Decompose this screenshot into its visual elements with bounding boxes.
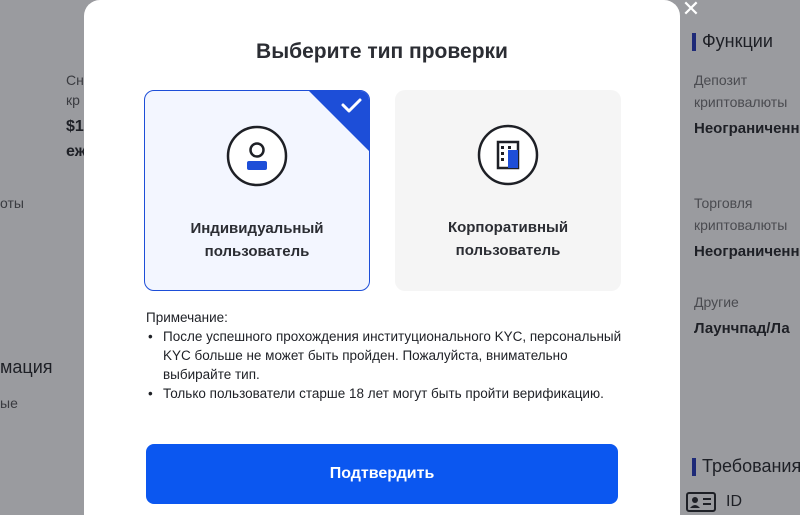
section-marker (692, 457, 696, 476)
bg-fragment: мация (0, 357, 53, 377)
bg-fragment: ые (0, 395, 18, 411)
note-heading: Примечание: (146, 310, 228, 325)
bg-fragment: Сн (66, 72, 84, 88)
bg-fragment: $1 (66, 118, 84, 135)
verification-type-modal: Выберите тип проверки Индивидуальный пол… (84, 0, 680, 515)
feature-label: криптовалюты (694, 217, 788, 233)
user-icon (226, 125, 288, 187)
note-list: После успешного прохождения институциона… (146, 327, 626, 403)
section-title-text: Требования (702, 456, 800, 476)
feature-label: криптовалюты (694, 94, 788, 110)
option-individual[interactable]: Индивидуальный пользователь (144, 90, 370, 291)
note-block: Примечание: После успешного прохождения … (146, 308, 626, 403)
selected-check-icon (309, 91, 369, 151)
feature-value: Неограниченно (694, 243, 800, 260)
background-right-column: Функции Депозит криптовалюты Неограничен… (680, 0, 800, 515)
building-icon (477, 124, 539, 186)
note-item: После успешного прохождения институциона… (146, 327, 626, 384)
option-label-line: пользователь (455, 242, 561, 259)
id-label: ID (726, 493, 742, 510)
option-label-line: пользователь (204, 243, 310, 260)
bg-fragment: кр (66, 92, 80, 108)
feature-item: Депозит криптовалюты Неограниченно (694, 69, 800, 137)
section-functions-title: Функции (692, 31, 773, 52)
feature-label: Другие (694, 294, 739, 310)
background-left-column: Сн кр $1 еж оты мация ые (0, 0, 90, 515)
feature-item: Другие Лаунчпад/Ла (694, 291, 790, 337)
section-requirements-title: Требования (692, 456, 800, 477)
close-icon[interactable]: ✕ (680, 0, 702, 20)
feature-item: Торговля криптовалюты Неограниченно (694, 192, 800, 260)
feature-value: Неограниченно (694, 120, 800, 137)
id-card-icon (686, 492, 716, 512)
option-label-line: Корпоративный (447, 219, 569, 236)
feature-label: Торговля (694, 195, 753, 211)
feature-label: Депозит (694, 72, 748, 88)
option-label: Индивидуальный пользователь (145, 217, 369, 263)
bg-fragment: оты (0, 195, 24, 211)
option-corporate[interactable]: Корпоративный пользователь (395, 90, 621, 291)
section-marker (692, 32, 696, 51)
section-title-text: Функции (702, 31, 773, 51)
option-label: Корпоративный пользователь (395, 216, 621, 262)
modal-title: Выберите тип проверки (256, 40, 508, 63)
feature-value: Лаунчпад/Ла (694, 320, 790, 337)
requirement-id: ID (686, 492, 742, 512)
note-item: Только пользователи старше 18 лет могут … (146, 384, 626, 403)
option-label-line: Индивидуальный (190, 220, 324, 237)
confirm-button[interactable]: Подтвердить (146, 444, 618, 504)
